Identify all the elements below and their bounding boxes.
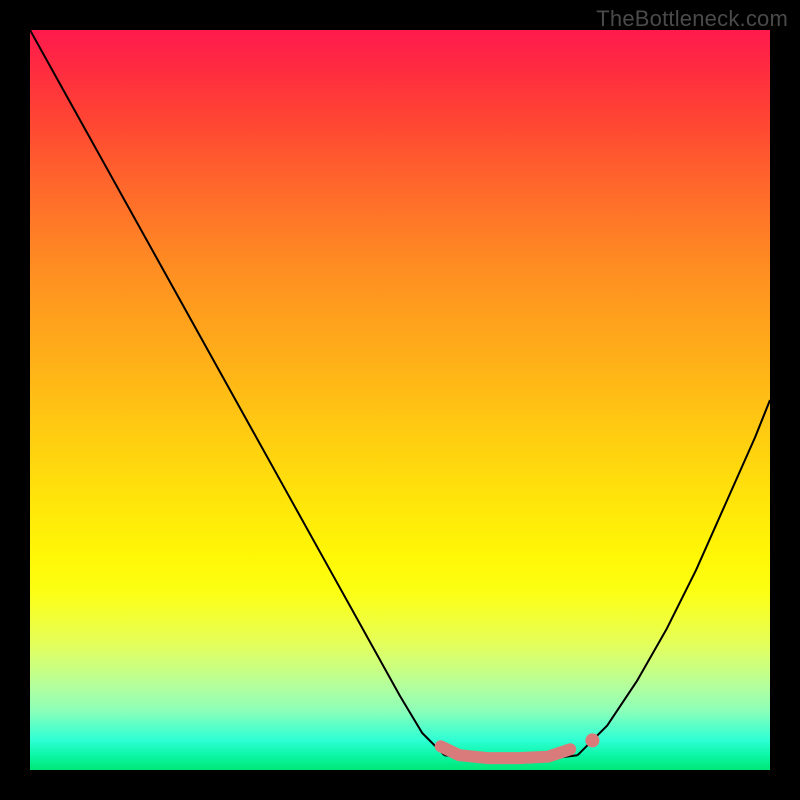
chart-frame: TheBottleneck.com xyxy=(0,0,800,800)
series-curve-left xyxy=(30,30,444,755)
series-bottom-marker-dot xyxy=(585,733,599,747)
series-bottom-marker-trail xyxy=(441,746,571,758)
watermark-text: TheBottleneck.com xyxy=(596,6,788,32)
plot-area xyxy=(30,30,770,770)
chart-svg xyxy=(30,30,770,770)
series-curve-right xyxy=(578,400,770,755)
